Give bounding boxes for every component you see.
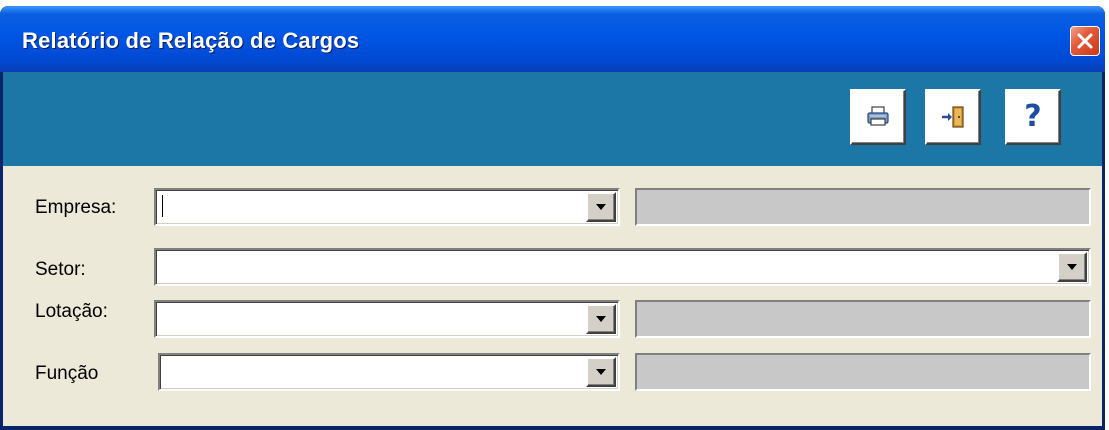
filter-form: Empresa: Setor: Lotação: Função bbox=[3, 166, 1102, 426]
empresa-description-field bbox=[635, 188, 1091, 226]
close-button[interactable] bbox=[1070, 26, 1100, 56]
report-window: Relatório de Relação de Cargos ? Empresa… bbox=[0, 6, 1105, 430]
chevron-down-icon bbox=[596, 369, 606, 375]
chevron-down-icon bbox=[596, 316, 606, 322]
chevron-down-icon bbox=[1067, 264, 1077, 270]
help-button[interactable]: ? bbox=[1005, 89, 1061, 145]
printer-icon bbox=[867, 106, 889, 126]
funcao-label: Função bbox=[35, 363, 99, 384]
exit-door-icon bbox=[942, 106, 964, 128]
funcao-dropdown-button[interactable] bbox=[586, 357, 616, 387]
lotacao-description-field bbox=[635, 300, 1091, 338]
setor-label: Setor: bbox=[35, 259, 86, 280]
help-icon: ? bbox=[1024, 99, 1042, 134]
lotacao-dropdown-button[interactable] bbox=[586, 304, 616, 334]
setor-dropdown-button[interactable] bbox=[1057, 252, 1087, 282]
exit-button[interactable] bbox=[925, 89, 981, 145]
print-button[interactable] bbox=[850, 89, 906, 145]
funcao-combo[interactable] bbox=[158, 353, 620, 391]
chevron-down-icon bbox=[596, 204, 606, 210]
close-icon bbox=[1077, 33, 1093, 49]
empresa-dropdown-button[interactable] bbox=[586, 192, 616, 222]
lotacao-combo[interactable] bbox=[154, 300, 620, 338]
setor-combo[interactable] bbox=[154, 248, 1091, 286]
empresa-combo[interactable] bbox=[154, 188, 620, 226]
lotacao-label: Lotação: bbox=[35, 301, 108, 322]
title-bar[interactable]: Relatório de Relação de Cargos bbox=[0, 6, 1105, 72]
window-title: Relatório de Relação de Cargos bbox=[22, 28, 360, 53]
empresa-label: Empresa: bbox=[35, 197, 117, 218]
toolbar: ? bbox=[3, 72, 1102, 166]
text-cursor bbox=[162, 195, 163, 217]
funcao-description-field bbox=[635, 353, 1091, 391]
